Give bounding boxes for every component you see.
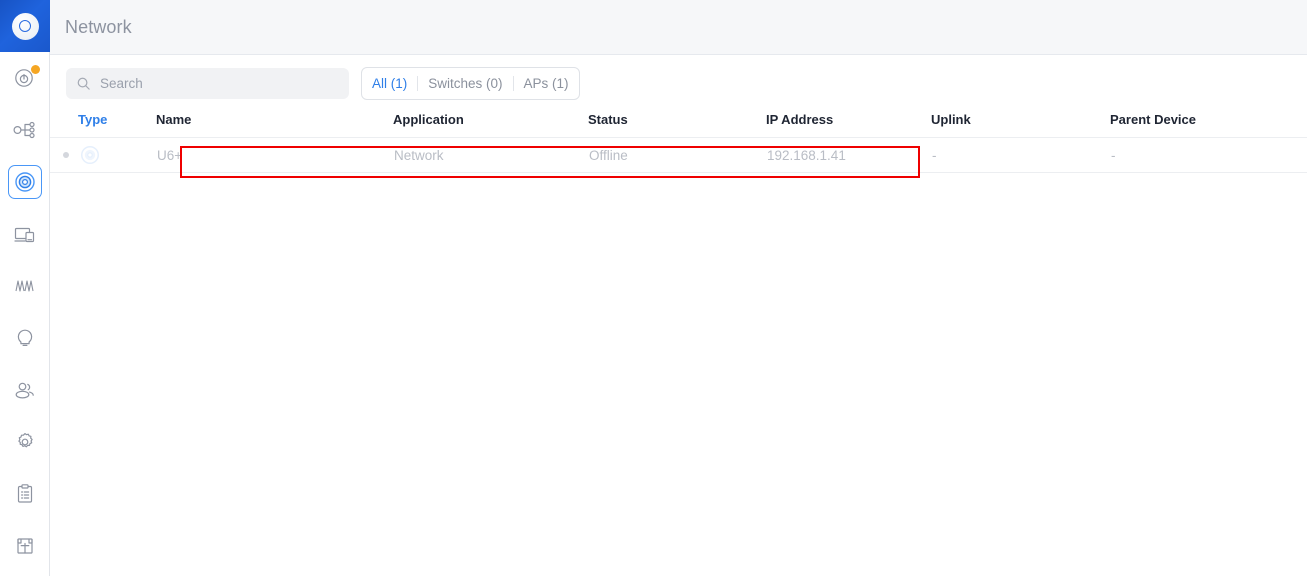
lightbulb-icon	[8, 321, 42, 355]
sidebar-item-statistics[interactable]	[0, 260, 50, 312]
column-header-ip-address[interactable]: IP Address	[766, 112, 931, 138]
topology-icon	[8, 113, 42, 147]
unifi-ap-logo-icon	[11, 12, 39, 40]
offline-dot	[63, 152, 69, 158]
sidebar-nav	[0, 52, 50, 572]
row-name-cell: U6+	[156, 137, 393, 173]
main-content: Network All (1) Switches (0) APs (1)	[50, 0, 1307, 576]
row-parent-device-cell: -	[1110, 137, 1307, 173]
sidebar-item-clients[interactable]	[0, 208, 50, 260]
app-logo[interactable]	[0, 0, 50, 52]
column-header-application[interactable]: Application	[393, 112, 588, 138]
search-icon	[77, 77, 90, 90]
row-uplink-cell: -	[931, 137, 1110, 173]
sidebar-item-devices[interactable]	[0, 156, 50, 208]
row-status-cell: Offline	[588, 137, 766, 173]
search-input[interactable]	[100, 76, 339, 91]
sidebar-item-dashboard[interactable]	[0, 52, 50, 104]
sidebar-item-map[interactable]	[0, 520, 50, 572]
column-header-parent-device[interactable]: Parent Device	[1110, 112, 1307, 138]
sidebar-item-logs[interactable]	[0, 468, 50, 520]
waveform-icon	[8, 269, 42, 303]
page-title: Network	[65, 16, 132, 37]
device-table: Type Name Application Status IP Address …	[50, 112, 1307, 173]
tab-all[interactable]: All (1)	[362, 69, 417, 98]
column-header-uplink[interactable]: Uplink	[931, 112, 1110, 138]
row-type-cell	[78, 137, 156, 173]
column-header-type[interactable]: Type	[78, 112, 156, 138]
table-header-row: Type Name Application Status IP Address …	[50, 112, 1307, 138]
search-box[interactable]	[66, 68, 349, 99]
row-status-dot-cell	[50, 137, 78, 173]
top-bar: Network	[50, 0, 1307, 55]
filter-tab-group: All (1) Switches (0) APs (1)	[361, 67, 580, 100]
column-header-name[interactable]: Name	[156, 112, 393, 138]
app-root: Network All (1) Switches (0) APs (1)	[0, 0, 1307, 576]
devices-screen-icon	[8, 217, 42, 251]
sidebar-item-users[interactable]	[0, 364, 50, 416]
column-header-spacer	[50, 112, 78, 138]
sidebar-item-settings[interactable]	[0, 416, 50, 468]
logo-ring-inner	[19, 20, 31, 32]
sidebar-item-insights[interactable]	[0, 312, 50, 364]
notification-badge	[31, 65, 40, 74]
users-icon	[8, 373, 42, 407]
row-ip-address-cell: 192.168.1.41	[766, 137, 931, 173]
device-table-wrap: Type Name Application Status IP Address …	[50, 112, 1307, 576]
gear-icon	[8, 425, 42, 459]
clipboard-list-icon	[8, 477, 42, 511]
column-header-status[interactable]: Status	[588, 112, 766, 138]
access-point-icon	[81, 146, 99, 164]
toolbar: All (1) Switches (0) APs (1)	[50, 55, 1307, 112]
row-application-cell: Network	[393, 137, 588, 173]
table-row[interactable]: U6+ Network Offline 192.168.1.41 - -	[50, 137, 1307, 173]
tab-aps[interactable]: APs (1)	[514, 69, 579, 98]
sidebar	[0, 0, 50, 576]
access-point-icon	[8, 165, 42, 199]
floorplan-icon	[8, 529, 42, 563]
tab-switches[interactable]: Switches (0)	[418, 69, 512, 98]
sidebar-item-topology[interactable]	[0, 104, 50, 156]
